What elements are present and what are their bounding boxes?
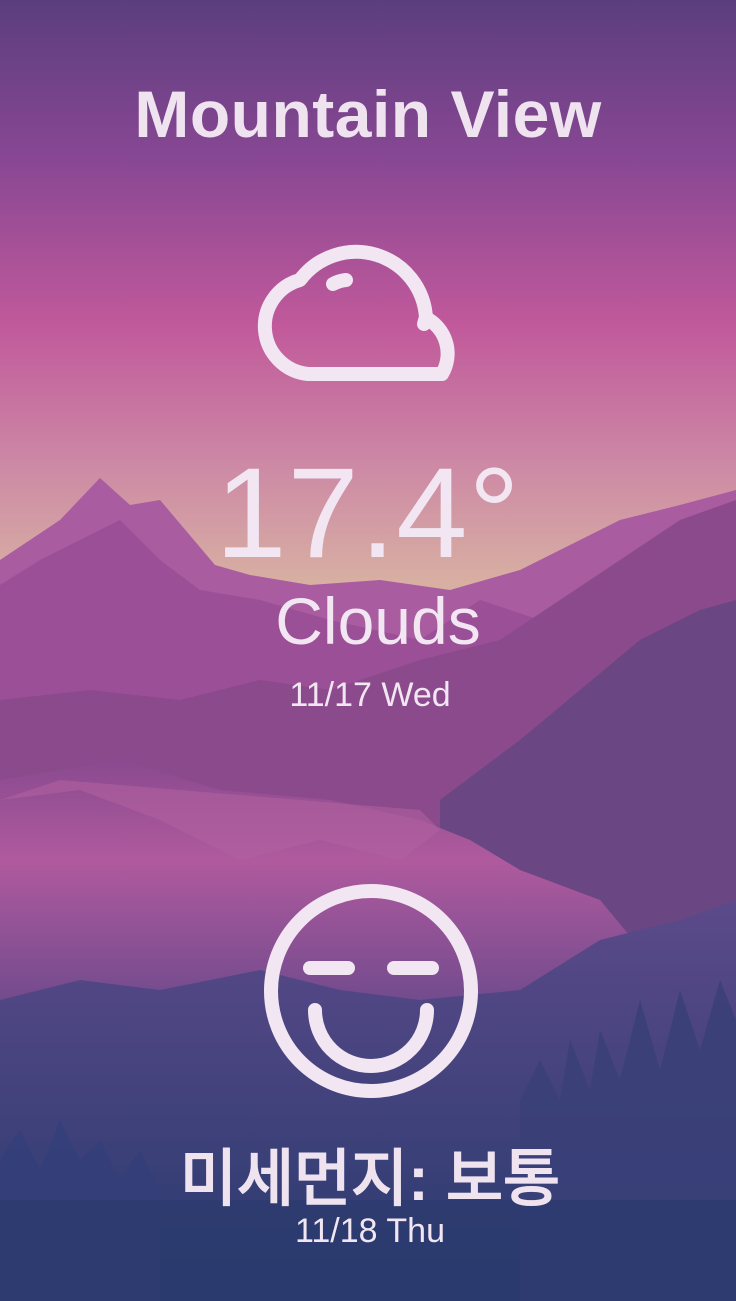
current-temperature: 17.4°	[215, 442, 521, 585]
cloud-icon	[257, 244, 455, 381]
weather-screen: Mountain View 17.4° Clouds 11/17 Wed 미세먼…	[0, 0, 736, 1301]
smiley-face-icon	[264, 884, 478, 1098]
forecast-date: 11/18 Thu	[295, 1212, 445, 1250]
current-date: 11/17 Wed	[289, 676, 451, 714]
fine-dust-status: 미세먼지: 보통	[179, 1145, 561, 1214]
weather-condition: Clouds	[275, 584, 481, 658]
city-name: Mountain View	[134, 77, 602, 151]
